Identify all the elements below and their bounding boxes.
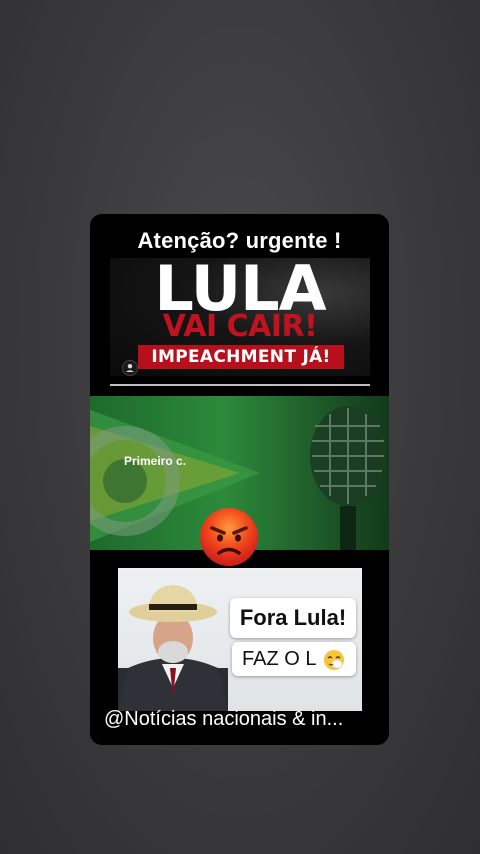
sneezing-face-emoji: [324, 649, 345, 670]
user-icon: [122, 360, 138, 376]
angry-face-emoji: [200, 508, 258, 566]
video-label: Primeiro c.: [124, 454, 187, 468]
speech-bubble-fora-lula: Fora Lula!: [230, 598, 356, 638]
photo-image: Fora Lula! FAZ O L: [118, 568, 362, 711]
account-handle[interactable]: @Notícias nacionais & in...: [104, 708, 343, 731]
story-card[interactable]: Atenção? urgente ! LULA VAI CAIR! IMPEAC…: [90, 214, 389, 745]
banner-tag: IMPEACHMENT JÁ!: [138, 345, 344, 369]
banner-image: LULA VAI CAIR! IMPEACHMENT JÁ!: [110, 258, 370, 376]
speech-bubble-faz-o-l: FAZ O L: [232, 642, 356, 676]
headline: Atenção? urgente !: [137, 228, 342, 253]
divider: [110, 384, 370, 386]
microphone-icon: [310, 406, 386, 550]
banner-subtitle: VAI CAIR!: [162, 309, 318, 344]
bubble2-text: FAZ O L: [242, 648, 316, 670]
